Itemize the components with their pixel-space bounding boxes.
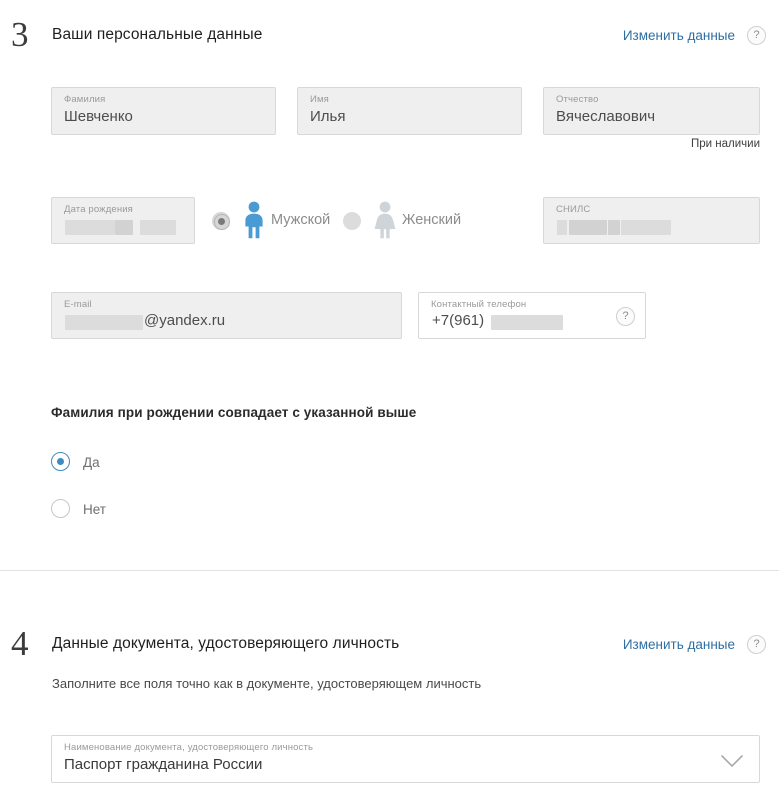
email-username-redaction: [65, 315, 143, 330]
birthdate-redaction-day: [65, 220, 115, 235]
birthdate-field[interactable]: Дата рождения: [51, 197, 195, 244]
gender-male-label[interactable]: Мужской: [271, 212, 330, 228]
section-divider: [0, 570, 779, 571]
snils-redaction-1: [557, 220, 567, 235]
male-person-icon: [241, 201, 267, 244]
snils-redaction-4: [621, 220, 671, 235]
email-field[interactable]: E-mail @yandex.ru: [51, 292, 402, 339]
phone-field[interactable]: Контактный телефон +7(961) ?: [418, 292, 646, 339]
birthdate-redaction-year: [140, 220, 176, 235]
gender-female-radio[interactable]: [343, 212, 361, 230]
gender-female-label[interactable]: Женский: [402, 212, 461, 228]
lastname-value: Шевченко: [64, 108, 133, 125]
section-3-number: 3: [11, 15, 29, 54]
snils-redaction-3: [608, 220, 620, 235]
chevron-down-icon[interactable]: [721, 755, 743, 773]
birth-surname-question-title: Фамилия при рождении совпадает с указанн…: [51, 405, 417, 420]
firstname-value: Илья: [310, 108, 346, 125]
middlename-label: Отчество: [556, 94, 599, 105]
firstname-field[interactable]: Имя Илья: [297, 87, 522, 135]
section-3-help-icon[interactable]: ?: [747, 26, 766, 45]
birthdate-label: Дата рождения: [64, 204, 133, 215]
section-4-subtitle: Заполните все поля точно как в документе…: [52, 676, 482, 691]
gender-male-radio[interactable]: [212, 212, 230, 230]
phone-help-icon[interactable]: ?: [616, 307, 635, 326]
birth-surname-yes-radio[interactable]: [51, 452, 70, 471]
email-domain-value: @yandex.ru: [144, 312, 226, 329]
section-4-number: 4: [11, 624, 29, 663]
firstname-label: Имя: [310, 94, 329, 105]
snils-redaction-2: [569, 220, 607, 235]
birth-surname-yes-label[interactable]: Да: [83, 455, 100, 470]
section-3-title: Ваши персональные данные: [52, 26, 263, 43]
section-3-edit-data-link[interactable]: Изменить данные: [623, 28, 735, 43]
snils-label: СНИЛС: [556, 204, 591, 215]
female-person-icon: [372, 201, 398, 244]
snils-field[interactable]: СНИЛС: [543, 197, 760, 244]
personal-data-form-page: 3 Ваши персональные данные Изменить данн…: [0, 0, 779, 793]
document-type-label: Наименование документа, удостоверяющего …: [64, 742, 314, 753]
phone-number-redaction: [491, 315, 563, 330]
phone-value: +7(961): [432, 312, 485, 329]
middlename-field[interactable]: Отчество Вячеславович: [543, 87, 760, 135]
birth-surname-no-radio[interactable]: [51, 499, 70, 518]
middlename-value: Вячеславович: [556, 108, 656, 125]
lastname-label: Фамилия: [64, 94, 106, 105]
document-type-select[interactable]: Наименование документа, удостоверяющего …: [51, 735, 760, 783]
lastname-field[interactable]: Фамилия Шевченко: [51, 87, 276, 135]
phone-label: Контактный телефон: [431, 299, 527, 310]
middlename-hint: При наличии: [691, 138, 760, 150]
birthdate-redaction-month: [115, 220, 133, 235]
email-label: E-mail: [64, 299, 92, 310]
section-4-edit-data-link[interactable]: Изменить данные: [623, 637, 735, 652]
birth-surname-no-label[interactable]: Нет: [83, 502, 106, 517]
section-4-help-icon: ?: [747, 635, 766, 654]
section-4-title: Данные документа, удостоверяющего личнос…: [52, 635, 400, 652]
document-type-value: Паспорт гражданина России: [64, 756, 263, 773]
